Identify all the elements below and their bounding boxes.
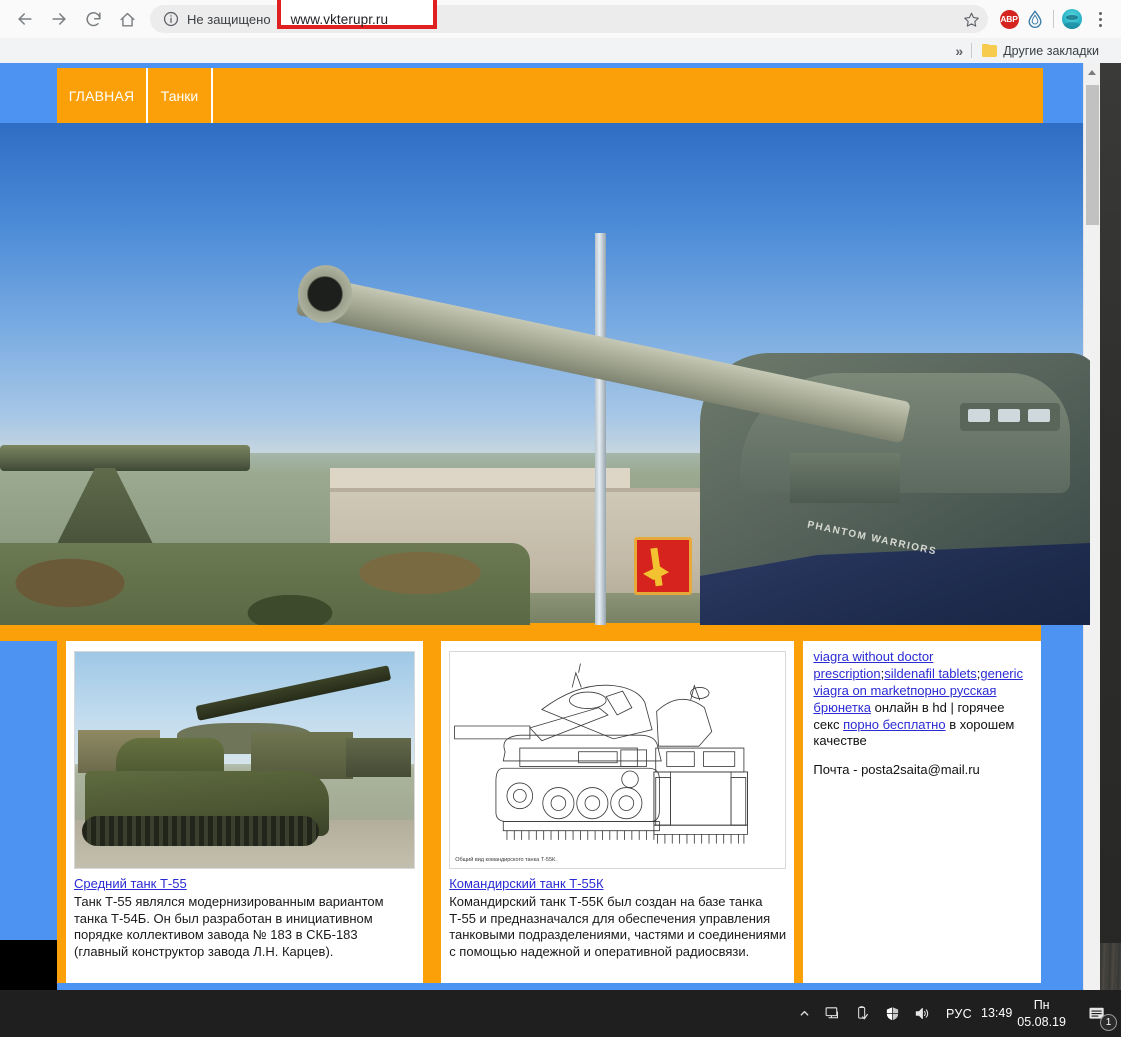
website-page: ГЛАВНАЯ Танки PHANTOM WARRIORS Средний т… xyxy=(0,63,1090,990)
article-link[interactable]: Средний танк Т-55 xyxy=(74,876,415,891)
article-cards: Средний танк Т-55 Танк Т-55 являлся моде… xyxy=(0,641,1041,983)
address-bar[interactable]: Не защищено www.vkterupr.ru xyxy=(150,0,988,34)
bookmarks-bar: » Другие закладки xyxy=(0,38,1121,63)
adblock-plus-extension-icon[interactable]: ABP xyxy=(996,4,1022,34)
usb-safely-remove-icon[interactable] xyxy=(847,990,877,1037)
other-bookmarks-label[interactable]: Другие закладки xyxy=(1003,44,1099,58)
scrollbar-thumb[interactable] xyxy=(1086,85,1099,225)
hero-turret-box xyxy=(790,453,900,503)
drop-extension-icon[interactable] xyxy=(1022,4,1048,34)
spam-links-block: viagra without doctor prescription;silde… xyxy=(813,649,1031,750)
browser-chrome: Не защищено www.vkterupr.ru ABP » Другие… xyxy=(0,0,1121,63)
site-info-icon[interactable] xyxy=(162,10,180,28)
sidebar-ads: viagra without doctor prescription;silde… xyxy=(803,641,1041,983)
show-hidden-icons-caret[interactable] xyxy=(791,990,817,1037)
article-card: Общий вид командирского танка Т-55К. Ком… xyxy=(432,641,804,983)
content-section: Средний танк Т-55 Танк Т-55 являлся моде… xyxy=(0,623,1090,983)
url-field-wrapper[interactable]: www.vkterupr.ru xyxy=(276,0,956,33)
volume-icon[interactable] xyxy=(907,990,937,1037)
hero-camo-tank xyxy=(0,543,530,625)
clock[interactable]: 13:49 Пн 05.08.19 xyxy=(981,990,1073,1037)
hero-camo-tank-mount xyxy=(55,468,155,548)
home-button[interactable] xyxy=(110,2,144,36)
notification-center-icon[interactable]: 1 xyxy=(1073,990,1121,1037)
hero-image: PHANTOM WARRIORS xyxy=(0,123,1090,625)
hero-periscope-block xyxy=(960,403,1060,431)
scroll-up-arrow-icon[interactable] xyxy=(1088,70,1096,75)
nav-item-home[interactable]: ГЛАВНАЯ xyxy=(57,68,148,123)
spam-link-2[interactable]: sildenafil tablets xyxy=(884,666,977,681)
bookmark-star-icon[interactable] xyxy=(956,4,986,34)
nav-item-tanks[interactable]: Танки xyxy=(148,68,213,123)
security-status-label: Не защищено xyxy=(187,11,271,27)
bookmarks-divider xyxy=(971,43,973,58)
toolbar-divider xyxy=(1053,10,1054,28)
security-shield-icon[interactable] xyxy=(877,990,907,1037)
avatar-image xyxy=(1062,9,1082,29)
folder-icon xyxy=(982,44,998,57)
browser-toolbar: Не защищено www.vkterupr.ru ABP xyxy=(0,0,1121,38)
spam-link-5[interactable]: порно бесплатно xyxy=(843,717,945,732)
article-text: Командирский танк Т-55К был создан на ба… xyxy=(449,894,787,959)
clock-time: 13:49 xyxy=(981,1006,1013,1021)
contact-email-text: Почта - posta2saita@mail.ru xyxy=(813,762,980,778)
url-text[interactable]: www.vkterupr.ru xyxy=(291,12,389,27)
drawing-caption: Общий вид командирского танка Т-55К. xyxy=(455,857,557,863)
windows-taskbar: РУС 13:49 Пн 05.08.19 1 xyxy=(0,990,1121,1037)
site-navigation: ГЛАВНАЯ Танки xyxy=(57,68,1043,123)
forward-button[interactable] xyxy=(42,2,76,36)
abp-badge: ABP xyxy=(999,9,1019,29)
profile-avatar[interactable] xyxy=(1059,4,1085,34)
notification-count-badge: 1 xyxy=(1100,1014,1117,1031)
back-button[interactable] xyxy=(8,2,42,36)
t55k-line-drawing: Общий вид командирского танка Т-55К. xyxy=(449,651,787,869)
bookmarks-overflow-icon[interactable]: » xyxy=(955,43,963,59)
hero-flagpole xyxy=(595,233,606,625)
blocked-ad-placeholder xyxy=(0,940,57,990)
clock-date: Пн 05.08.19 xyxy=(1017,997,1066,1029)
hero-camo-tank-barrel xyxy=(0,445,250,471)
language-indicator[interactable]: РУС xyxy=(937,990,981,1037)
content-top-bar xyxy=(0,623,1041,641)
reload-button[interactable] xyxy=(76,2,110,36)
t55-tank-photo xyxy=(74,651,416,869)
soviet-emblem-icon xyxy=(634,537,692,595)
article-card: Средний танк Т-55 Танк Т-55 являлся моде… xyxy=(57,641,433,983)
three-dot-menu-icon[interactable] xyxy=(1085,4,1115,34)
page-viewport: ГЛАВНАЯ Танки PHANTOM WARRIORS Средний т… xyxy=(0,63,1100,990)
network-icon[interactable] xyxy=(817,990,847,1037)
article-link[interactable]: Командирский танк Т-55К xyxy=(449,876,786,891)
article-text: Танк Т-55 являлся модернизированным вари… xyxy=(74,894,384,959)
